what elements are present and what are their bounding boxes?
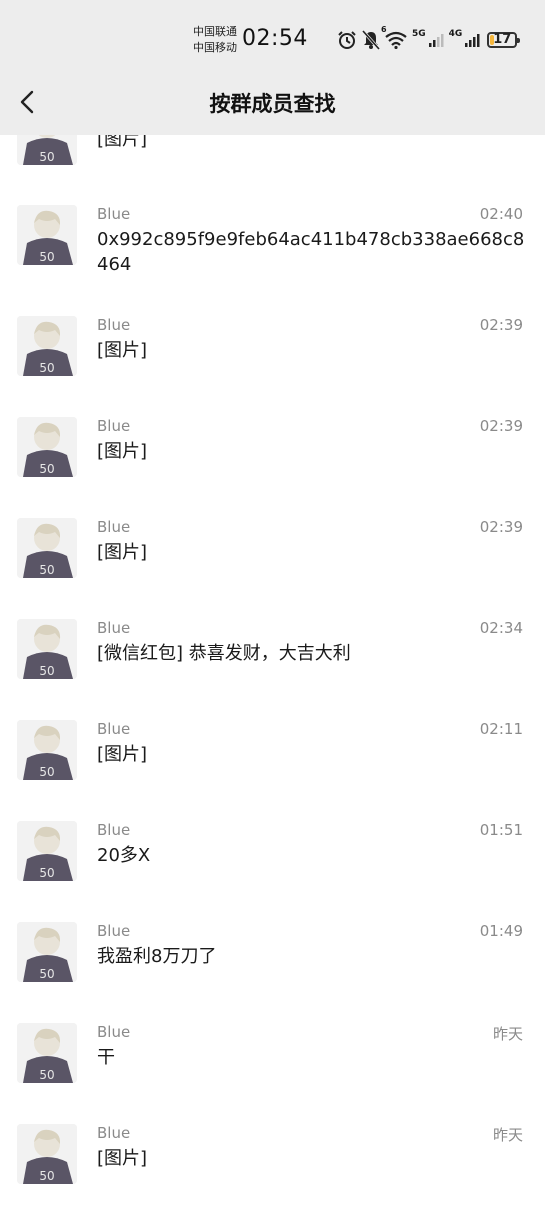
message-time: 02:39 (479, 518, 523, 536)
message-text: 干 (97, 1047, 115, 1068)
header: 中国联通 中国移动 02:54 6 5G 4G 17 按群成员查找 (0, 0, 545, 135)
battery-percent: 17 (493, 32, 512, 47)
message-text: [图片] (97, 340, 148, 361)
avatar[interactable]: 50 (17, 821, 77, 881)
sender-name: Blue (97, 922, 131, 940)
svg-text:50: 50 (39, 250, 54, 264)
carrier-info: 中国联通 中国移动 (193, 24, 237, 56)
sender-name: Blue (97, 720, 131, 738)
mute-icon (362, 30, 380, 50)
sender-name: Blue (97, 1124, 131, 1142)
list-item[interactable]: 50 Blue 昨天 [图片] (0, 1124, 545, 1214)
avatar[interactable]: 50 (17, 316, 77, 376)
message-text: [图片] (97, 441, 148, 462)
message-time: 02:39 (479, 316, 523, 334)
sender-name: Blue (97, 821, 131, 839)
message-time: 02:40 (479, 205, 523, 223)
svg-text:50: 50 (39, 563, 54, 577)
svg-text:50: 50 (39, 866, 54, 880)
svg-text:50: 50 (39, 664, 54, 678)
sender-name: Blue (97, 205, 131, 223)
message-text: 0x992c895f9e9feb64ac411b478cb338ae668c84… (97, 229, 525, 275)
list-item[interactable]: 50 Blue 昨天 干 (0, 1023, 545, 1113)
message-time: 02:39 (479, 417, 523, 435)
sender-name: Blue (97, 518, 131, 536)
wifi-icon: 6 (381, 25, 407, 49)
sender-name: Blue (97, 417, 131, 435)
nav-bar: 按群成员查找 (0, 78, 545, 130)
message-time: 昨天 (492, 1025, 523, 1043)
avatar[interactable]: 50 (17, 1023, 77, 1083)
svg-text:50: 50 (39, 967, 54, 981)
message-text: [图片] (97, 542, 148, 563)
list-item[interactable]: 50 Blue 02:40 0x992c895f9e9feb64ac411b47… (0, 205, 545, 295)
message-time: 昨天 (492, 1126, 523, 1144)
status-icons: 6 5G 4G 17 (337, 25, 521, 51)
network-label-1: 5G (412, 29, 426, 39)
avatar[interactable]: 50 (17, 720, 77, 780)
message-text: 我盈利8万刀了 (97, 946, 217, 967)
svg-text:50: 50 (39, 1169, 54, 1183)
svg-text:50: 50 (39, 150, 54, 164)
alarm-icon (337, 30, 357, 50)
carrier-1: 中国联通 (193, 25, 237, 38)
svg-text:50: 50 (39, 361, 54, 375)
battery-icon: 17 (487, 32, 521, 48)
sender-name: Blue (97, 1023, 131, 1041)
avatar[interactable]: 50 (17, 417, 77, 477)
list-item[interactable]: 50 Blue 01:51 20多X (0, 821, 545, 911)
svg-text:50: 50 (39, 462, 54, 476)
message-time: 01:51 (479, 821, 523, 839)
signal-icon-1 (428, 32, 444, 48)
message-text: [图片] (97, 744, 148, 765)
avatar[interactable]: 50 (17, 1124, 77, 1184)
message-text: [微信红包] 恭喜发财，大吉大利 (97, 643, 351, 664)
message-text: [图片] (97, 1148, 148, 1169)
message-time: 02:11 (479, 720, 523, 738)
message-text: 20多X (97, 845, 151, 866)
sender-name: Blue (97, 619, 131, 637)
list-item[interactable]: 50 Blue 02:34 [微信红包] 恭喜发财，大吉大利 (0, 619, 545, 709)
avatar[interactable]: 50 (17, 922, 77, 982)
carrier-2: 中国移动 (193, 41, 237, 54)
avatar[interactable]: 50 (17, 205, 77, 265)
list-item[interactable]: 50 Blue 02:39 [图片] (0, 518, 545, 608)
message-time: 01:49 (479, 922, 523, 940)
list-item[interactable]: 50 Blue 02:39 [图片] (0, 316, 545, 406)
sender-name: Blue (97, 316, 131, 334)
list-item[interactable]: 50 Blue 02:39 [图片] (0, 417, 545, 507)
network-label-2: 4G (448, 29, 463, 39)
svg-text:50: 50 (39, 1068, 54, 1082)
list-item[interactable]: 50 Blue 01:49 我盈利8万刀了 (0, 922, 545, 1012)
wifi-label: 6 (381, 25, 387, 34)
message-time: 02:34 (479, 619, 523, 637)
list-item[interactable]: 50 Blue 02:11 [图片] (0, 720, 545, 810)
page-title: 按群成员查找 (209, 92, 336, 116)
status-bar: 中国联通 中国移动 02:54 6 5G 4G 17 (0, 0, 545, 78)
avatar[interactable]: 50 (17, 619, 77, 679)
status-time: 02:54 (242, 26, 308, 51)
svg-text:50: 50 (39, 765, 54, 779)
avatar[interactable]: 50 (17, 518, 77, 578)
message-list: 50 [图片] 50 Blue 02:40 0x992c895f9e9feb64… (0, 0, 545, 1200)
signal-icon-2 (464, 32, 480, 48)
